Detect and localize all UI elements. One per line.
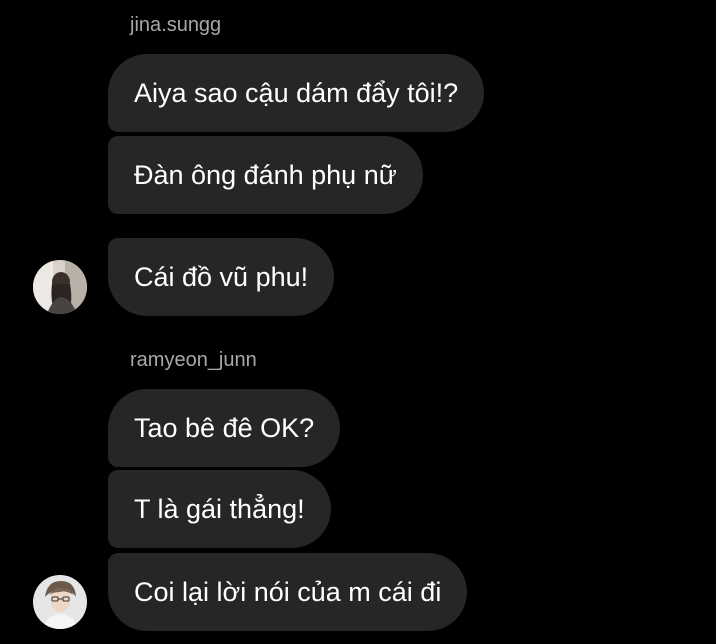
message-bubble[interactable]: Đàn ông đánh phụ nữ [108, 136, 423, 214]
message-bubble[interactable]: T là gái thẳng! [108, 470, 331, 548]
profile-photo-woman-icon [33, 260, 87, 314]
message-bubble[interactable]: Cái đồ vũ phu! [108, 238, 335, 316]
sender-name-jina-sungg: jina.sungg [130, 14, 222, 36]
message-bubble[interactable]: Tao bê đê OK? [108, 389, 341, 467]
sender-name-ramyeon-junn: ramyeon_junn [130, 349, 257, 371]
profile-photo-man-icon [33, 575, 87, 629]
avatar-ramyeon-junn[interactable] [33, 575, 87, 629]
avatar-jina-sungg[interactable] [33, 260, 87, 314]
message-bubble[interactable]: Coi lại lời nói của m cái đi [108, 553, 468, 631]
message-bubble[interactable]: Aiya sao cậu dám đẩy tôi!? [108, 54, 485, 132]
